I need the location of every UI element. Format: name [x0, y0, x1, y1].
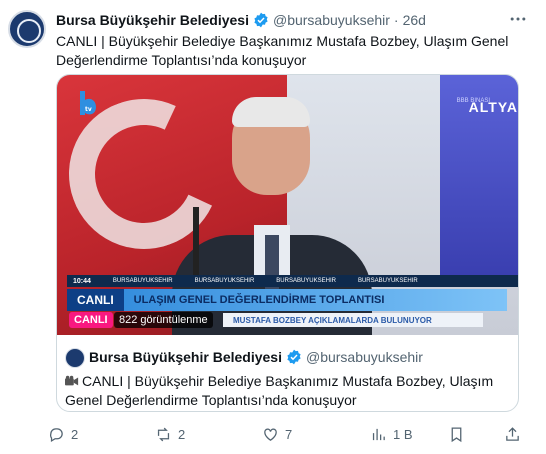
panel-text: ALTYA — [468, 99, 518, 115]
separator-dot: · — [393, 12, 399, 28]
tweet: Bursa Büyükşehir Belediyesi @bursabuyuks… — [0, 0, 546, 454]
like-count: 7 — [285, 426, 293, 442]
ticker-bar: 10:44 BURSABUYUKSEHIR BURSABUYUKSEHIR BU… — [67, 275, 518, 287]
author-handle[interactable]: @bursabuyuksehir — [273, 12, 390, 28]
verified-badge-icon — [254, 12, 268, 28]
broadcast-clock: 10:44 — [73, 277, 91, 285]
tv-logo-icon: tv — [77, 89, 99, 117]
social-label-instagram: BURSABUYUKSEHIR — [276, 278, 336, 284]
repost-button[interactable]: 2 — [155, 424, 185, 444]
views-count: 1 B — [393, 426, 413, 442]
views-button[interactable]: 1 B — [370, 424, 413, 444]
quoted-tweet[interactable]: Bursa Büyükşehir Belediyesi @bursabuyuks… — [57, 335, 518, 411]
live-badge: CANLI — [69, 312, 113, 328]
tweet-header: Bursa Büyükşehir Belediyesi @bursabuyuks… — [56, 11, 516, 29]
lower-third-subtitle: MUSTAFA BOZBEY AÇIKLAMALARDA BULUNUYOR — [223, 313, 483, 327]
microphone — [193, 207, 199, 277]
repost-count: 2 — [178, 426, 186, 442]
social-label-youtube: BURSABUYUKSEHIR — [357, 278, 418, 284]
timestamp[interactable]: 26d — [403, 12, 426, 28]
bookmark-icon — [451, 426, 462, 442]
heart-icon — [264, 428, 277, 441]
action-bar: 2 2 7 1 B — [48, 424, 526, 444]
quoted-author-name: Bursa Büyükşehir Belediyesi — [89, 349, 282, 365]
quoted-text-container: CANLI | Büyükşehir Belediye Başkanımız M… — [65, 372, 515, 410]
video-player[interactable]: BBB BINASI ALTYA tv 10:44 BURSABUYUKSEHI… — [57, 75, 518, 335]
social-label-facebook: BURSABUYUKSEHIR — [112, 278, 173, 284]
reply-icon — [50, 427, 63, 442]
quoted-text: CANLI | Büyükşehir Belediye Başkanımız M… — [65, 373, 494, 408]
lower-third: CANLI ULAŞIM GENEL DEĞERLENDİRME TOPLANT… — [67, 289, 507, 311]
svg-text:tv: tv — [85, 106, 92, 113]
quoted-avatar — [65, 348, 85, 368]
bookmark-button[interactable] — [448, 424, 465, 444]
share-icon — [506, 426, 519, 441]
repost-icon — [157, 427, 170, 441]
verified-badge-icon — [287, 349, 301, 365]
like-button[interactable]: 7 — [262, 424, 292, 444]
lower-third-title: ULAŞIM GENEL DEĞERLENDİRME TOPLANTISI — [133, 294, 385, 306]
view-count-badge: 822 görüntülenme — [114, 312, 213, 328]
reply-button[interactable]: 2 — [48, 424, 78, 444]
quoted-author-handle: @bursabuyuksehir — [305, 349, 423, 365]
video-camera-icon — [65, 375, 79, 386]
avatar[interactable] — [8, 10, 46, 48]
lower-third-tag: CANLI — [67, 289, 124, 311]
tweet-text: CANLI | Büyükşehir Belediye Başkanımız M… — [56, 33, 509, 68]
author-name[interactable]: Bursa Büyükşehir Belediyesi — [56, 12, 249, 28]
more-options-icon[interactable] — [508, 9, 528, 29]
bar-chart-icon — [372, 428, 385, 440]
reply-count: 2 — [71, 426, 79, 442]
social-label-x: BURSABUYUKSEHIR — [194, 278, 255, 284]
backdrop-panel: BBB BINASI ALTYA — [440, 75, 518, 275]
media-card[interactable]: BBB BINASI ALTYA tv 10:44 BURSABUYUKSEHI… — [56, 74, 519, 412]
quoted-header: Bursa Büyükşehir Belediyesi @bursabuyuks… — [89, 349, 423, 365]
share-button[interactable] — [504, 424, 521, 444]
